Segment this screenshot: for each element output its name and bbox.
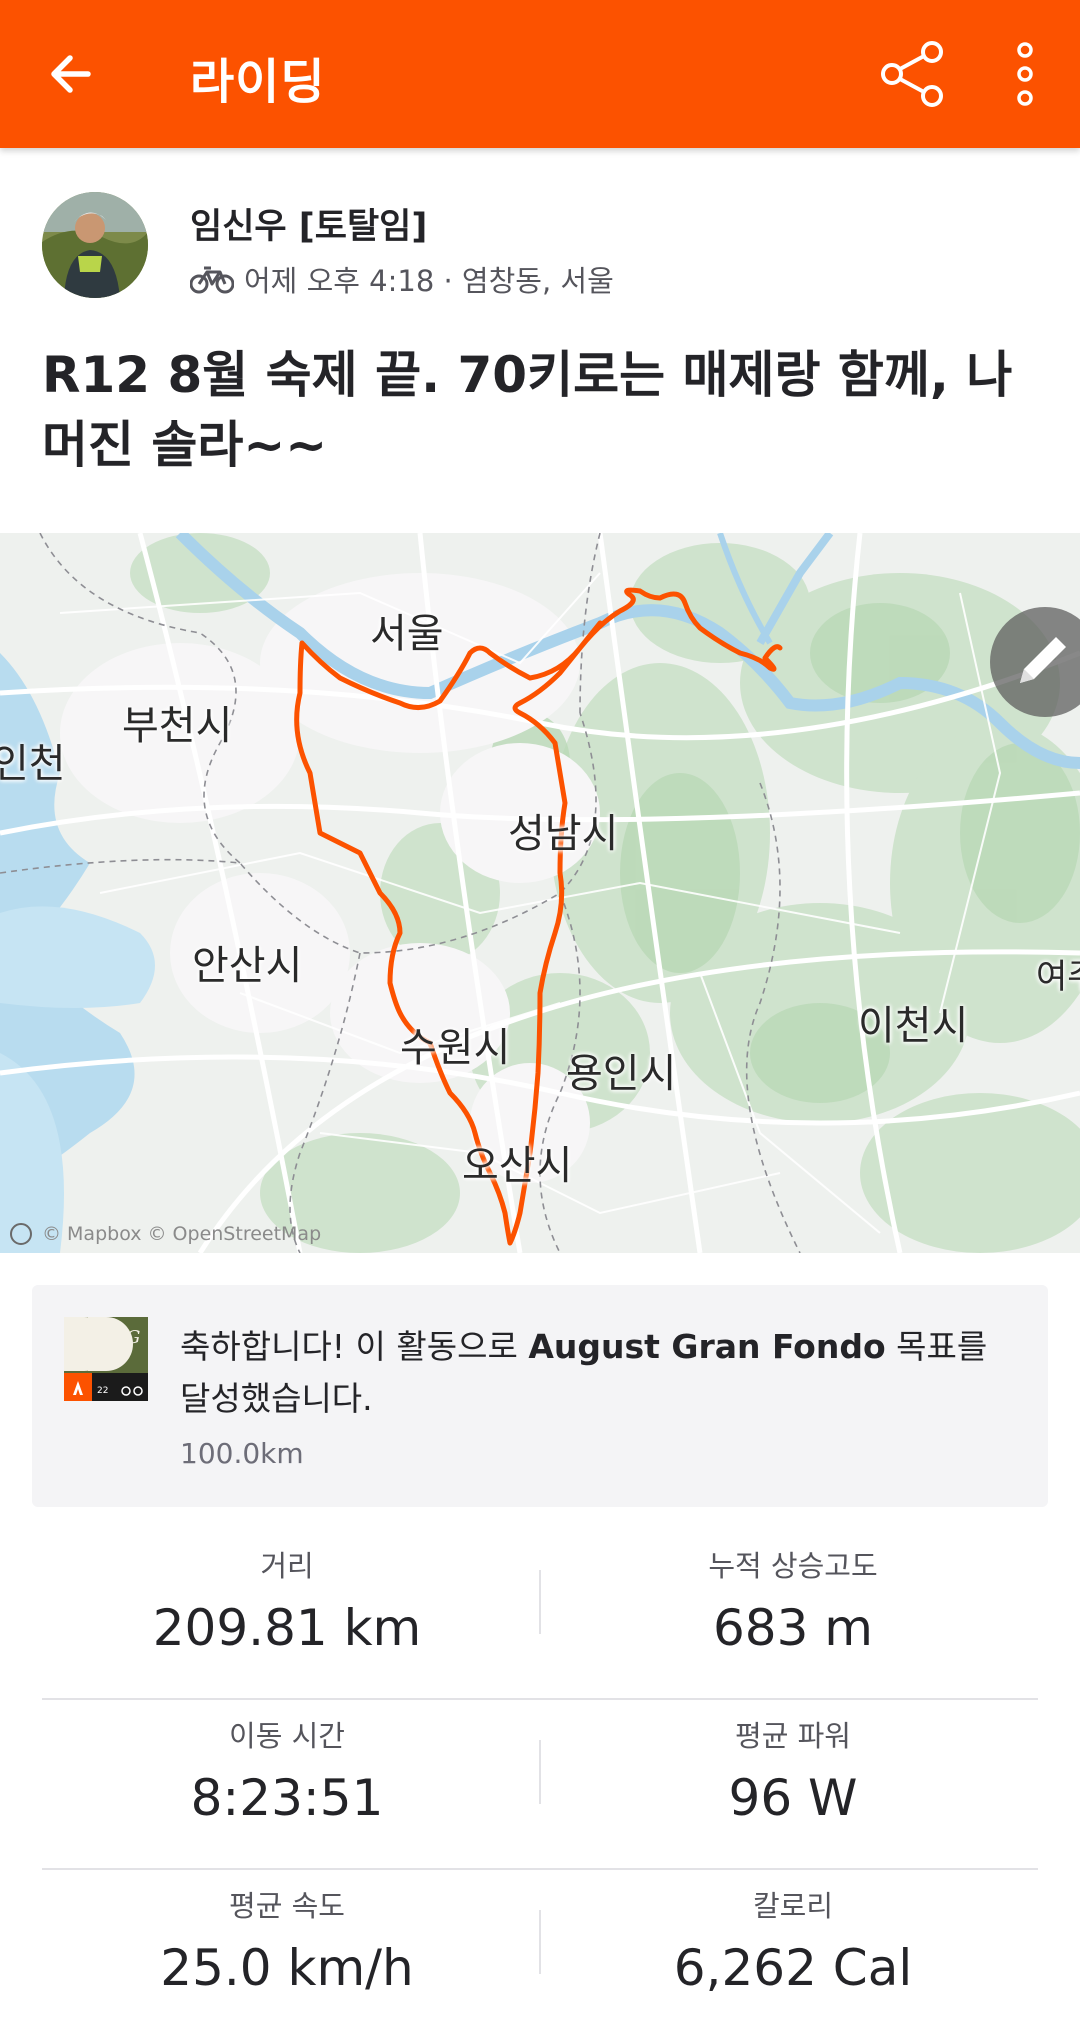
stat-divider bbox=[539, 1570, 541, 1634]
activity-meta: 어제 오후 4:18 · 염창동, 서울 bbox=[190, 258, 614, 300]
map-label-suwon: 수원시 bbox=[400, 1025, 511, 1071]
stat-avg-speed: 평균 속도 25.0 km/h bbox=[160, 1889, 414, 1997]
map-label-osan: 오산시 bbox=[462, 1143, 573, 1189]
time-location: 어제 오후 4:18 · 염창동, 서울 bbox=[244, 264, 614, 298]
avatar[interactable] bbox=[42, 192, 148, 298]
map-label-yeoju: 여주 bbox=[1036, 957, 1080, 997]
stat-divider bbox=[539, 1910, 541, 1974]
mapbox-logo-icon bbox=[10, 1223, 32, 1245]
stat-row: 평균 속도 25.0 km/h 칼로리 6,262 Cal bbox=[42, 1870, 1038, 2040]
arrow-left-icon[interactable] bbox=[40, 40, 108, 108]
pencil-icon bbox=[1020, 637, 1066, 683]
achievement-card[interactable]: G 22 축하합니다! 이 활동으로 August Gran Fondo 목표를… bbox=[32, 1285, 1048, 1507]
more-vertical-icon[interactable] bbox=[1000, 38, 1050, 110]
map-label-seoul: 서울 bbox=[370, 611, 444, 657]
svg-text:22: 22 bbox=[97, 1386, 108, 1396]
athlete-name[interactable]: 임신우 [토탈임] bbox=[190, 198, 427, 249]
achievement-detail: 100.0km bbox=[180, 1437, 304, 1470]
map-label-seongnam: 성남시 bbox=[508, 811, 619, 857]
stat-calories: 칼로리 6,262 Cal bbox=[673, 1889, 913, 1997]
map-attribution[interactable]: © Mapbox © OpenStreetMap bbox=[10, 1223, 321, 1245]
edit-map-button[interactable] bbox=[990, 607, 1080, 717]
stat-distance: 거리 209.81 km bbox=[152, 1549, 422, 1657]
challenge-name: August Gran Fondo bbox=[528, 1327, 886, 1366]
stat-avg-power: 평균 파워 96 W bbox=[728, 1719, 858, 1827]
page-title: 라이딩 bbox=[190, 54, 326, 110]
stat-elevation-gain: 누적 상승고도 683 m bbox=[708, 1549, 878, 1657]
map-label-icheon: 이천시 bbox=[858, 1003, 969, 1049]
map-label-yongin: 용인시 bbox=[566, 1051, 677, 1097]
map-label-incheon: 인천 bbox=[0, 741, 66, 787]
stat-moving-time: 이동 시간 8:23:51 bbox=[190, 1719, 384, 1827]
stat-divider bbox=[539, 1740, 541, 1804]
stat-row: 거리 209.81 km 누적 상승고도 683 m bbox=[42, 1530, 1038, 1700]
bike-icon bbox=[190, 266, 234, 294]
share-icon[interactable] bbox=[876, 38, 948, 110]
athlete-header: 임신우 [토탈임] 어제 오후 4:18 · 염창동, 서울 bbox=[0, 150, 1080, 300]
gran-fondo-badge-icon: G 22 bbox=[64, 1317, 148, 1401]
svg-text:G: G bbox=[126, 1327, 140, 1348]
app-bar: 라이딩 bbox=[0, 0, 1080, 148]
stat-row: 이동 시간 8:23:51 평균 파워 96 W bbox=[42, 1700, 1038, 1870]
map-label-ansan: 안산시 bbox=[192, 943, 303, 989]
map-label-bucheon: 부천시 bbox=[122, 703, 233, 749]
activity-title: R12 8월 숙제 끝. 70키로는 매제랑 함께, 나머진 솔라~~ bbox=[42, 346, 1013, 474]
achievement-text: 축하합니다! 이 활동으로 August Gran Fondo 목표를 달성했습… bbox=[180, 1327, 988, 1418]
route-map[interactable]: 서울 부천시 인천 성남시 안산시 수원시 용인시 이천시 오산시 여주 © M… bbox=[0, 533, 1080, 1253]
stats-grid: 거리 209.81 km 누적 상승고도 683 m 이동 시간 8:23:51… bbox=[42, 1530, 1038, 2040]
